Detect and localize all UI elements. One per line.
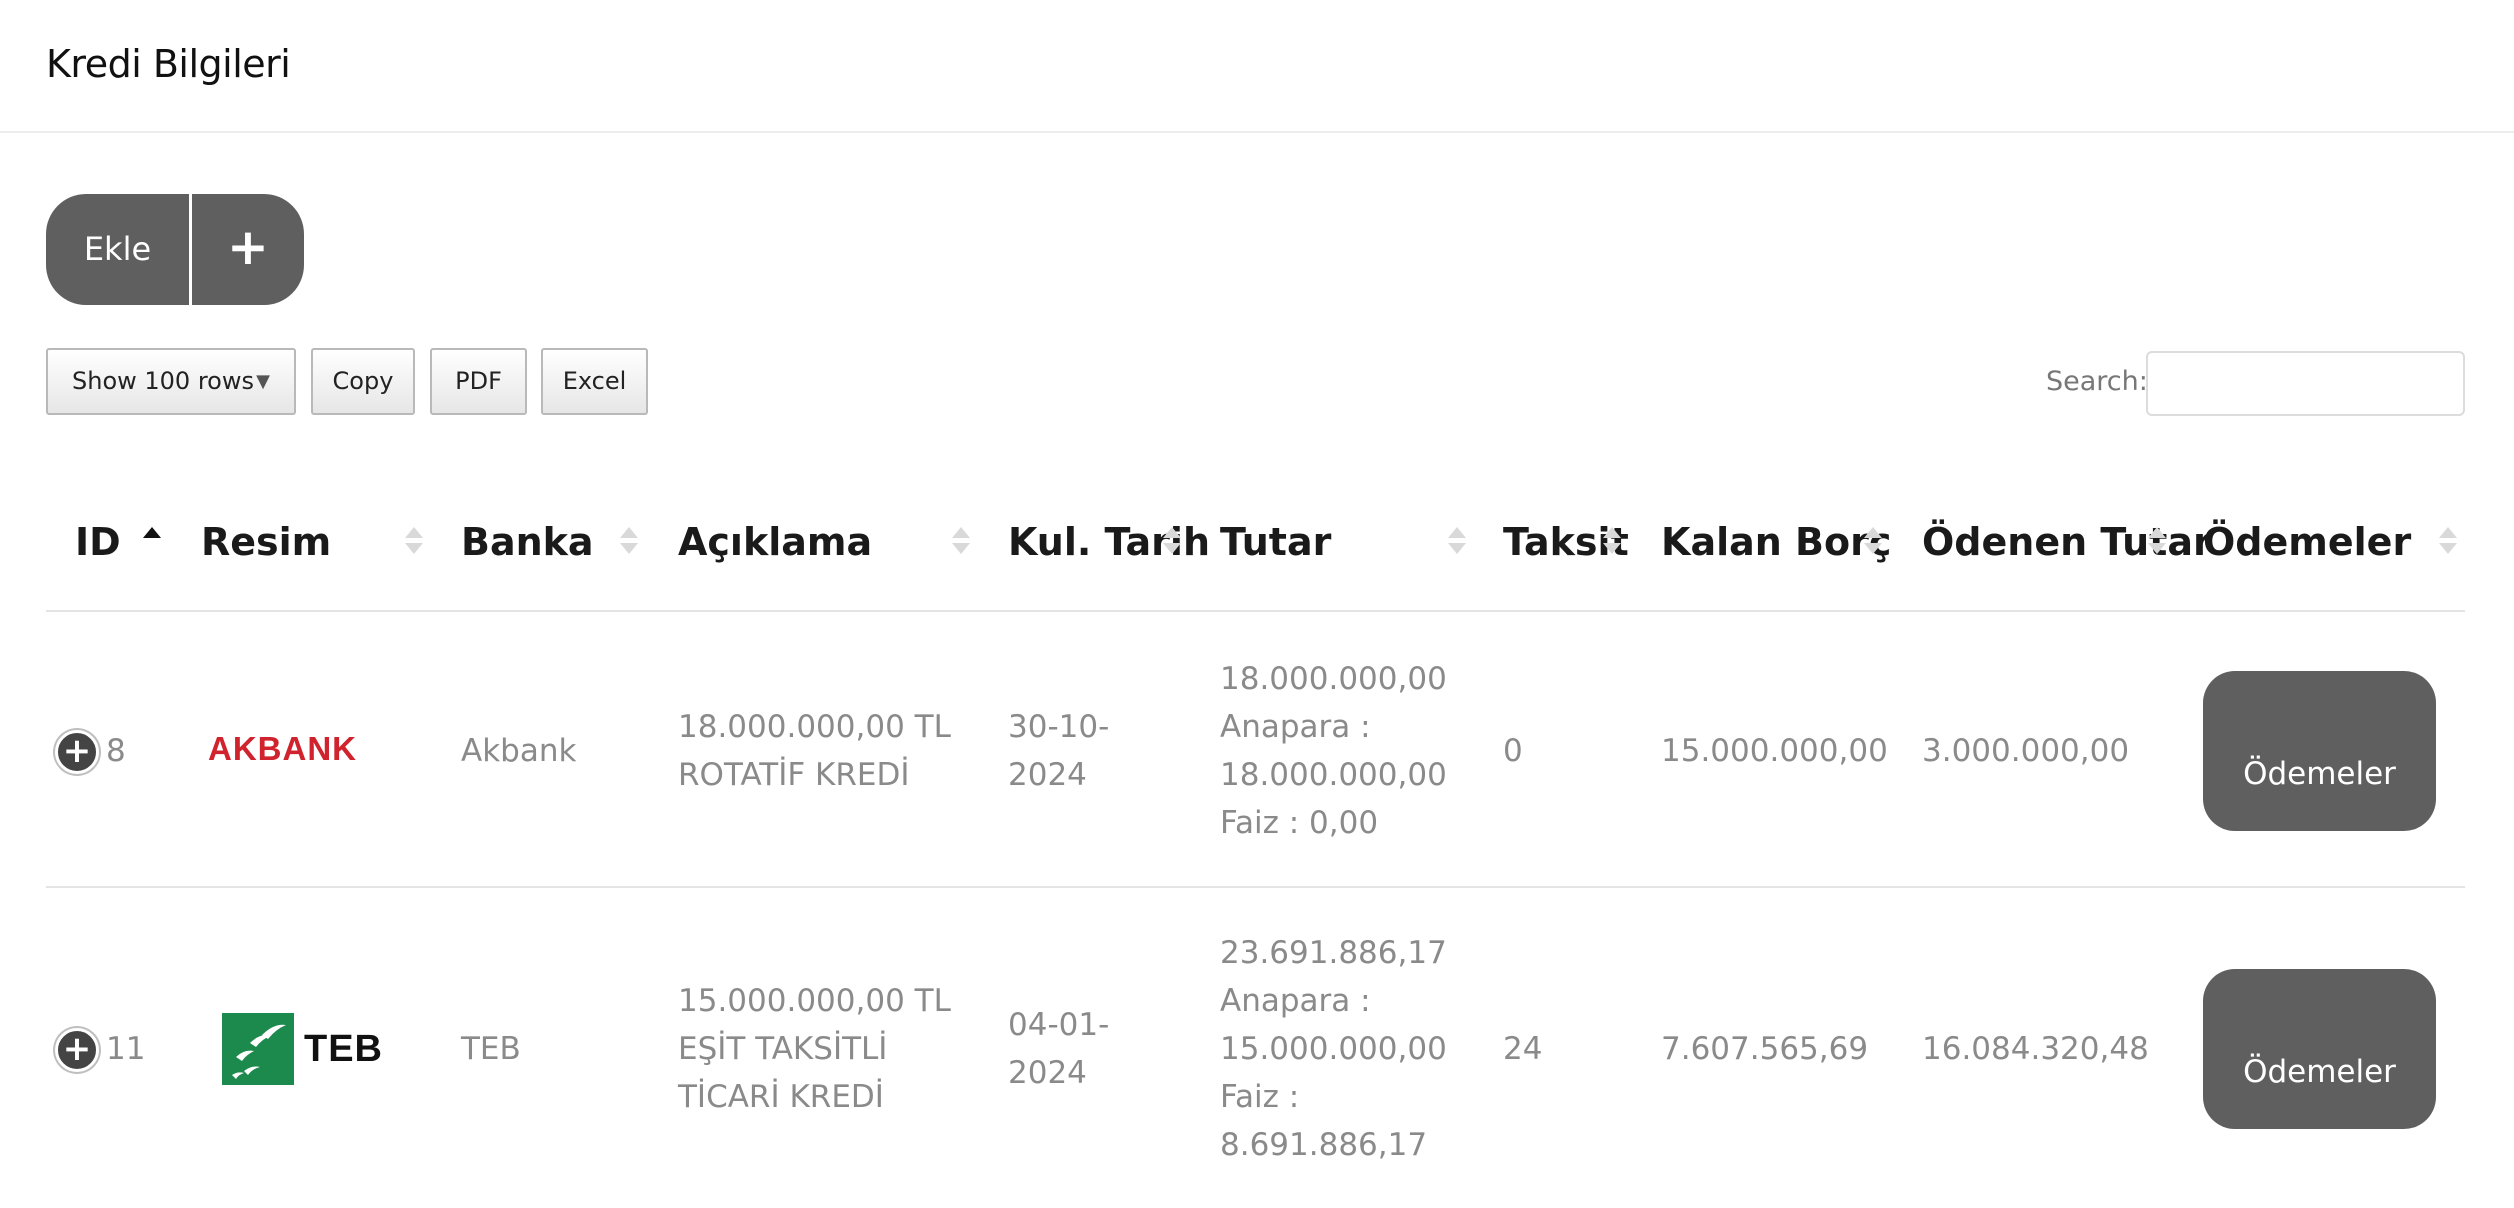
row-remaining: 15.000.000,00 xyxy=(1661,733,1888,769)
row-amount: 23.691.886,17 Anapara : 15.000.000,00 Fa… xyxy=(1220,935,1447,1163)
row-date: 30-10- 2024 xyxy=(1008,709,1110,793)
teb-bird-icon xyxy=(222,1013,294,1085)
sort-icon[interactable] xyxy=(949,527,971,559)
sort-icon[interactable] xyxy=(617,527,639,559)
expand-row-icon[interactable]: + xyxy=(55,730,99,774)
row-amount: 18.000.000,00 Anapara : 18.000.000,00 Fa… xyxy=(1220,661,1447,841)
row-description: 18.000.000,00 TL ROTATİF KREDİ xyxy=(678,709,951,793)
column-header-aciklama[interactable]: Açıklama xyxy=(678,512,872,572)
sort-icon[interactable] xyxy=(2145,527,2167,559)
column-header-tutar[interactable]: Tutar xyxy=(1220,512,1331,572)
row-date: 04-01- 2024 xyxy=(1008,1007,1110,1091)
teb-wordmark: TEB xyxy=(304,1027,383,1070)
sort-icon[interactable] xyxy=(1160,527,1182,559)
expand-row-icon[interactable]: + xyxy=(55,1028,99,1072)
column-header-resim[interactable]: Resim xyxy=(201,512,331,572)
add-button-group[interactable]: Ekle + xyxy=(46,194,304,305)
row-id: 11 xyxy=(106,1031,146,1067)
header-divider xyxy=(46,610,2465,612)
row-paid: 16.084.320,48 xyxy=(1922,1031,2149,1067)
plus-icon[interactable]: + xyxy=(192,194,304,305)
column-header-odemeler[interactable]: Ödemeler xyxy=(2203,512,2411,572)
row-bank: TEB xyxy=(461,1031,521,1067)
row-installments: 0 xyxy=(1503,733,1523,769)
sort-icon[interactable] xyxy=(1445,527,1467,559)
row-id: 8 xyxy=(106,733,126,769)
add-button[interactable]: Ekle xyxy=(46,194,192,305)
search-input[interactable] xyxy=(2146,351,2465,416)
sort-asc-icon[interactable] xyxy=(140,527,162,559)
pdf-button[interactable]: PDF xyxy=(430,348,527,415)
payments-button[interactable]: Ödemeler xyxy=(2203,969,2436,1129)
sort-icon[interactable] xyxy=(1861,527,1883,559)
column-header-kalan-borc[interactable]: Kalan Borç xyxy=(1661,512,1891,572)
column-header-odenen-tutar[interactable]: Ödenen Tutar xyxy=(1922,512,2212,572)
excel-button[interactable]: Excel xyxy=(541,348,648,415)
rows-per-page-select[interactable]: Show 100 rows ▼ xyxy=(46,348,296,415)
caret-down-icon: ▼ xyxy=(256,371,270,392)
column-header-banka[interactable]: Banka xyxy=(461,512,594,572)
page-title: Kredi Bilgileri xyxy=(46,42,291,86)
row-description: 15.000.000,00 TL EŞİT TAKSİTLİ TİCARİ KR… xyxy=(678,983,951,1115)
search-label: Search: xyxy=(2046,366,2148,397)
akbank-logo: AKBANK xyxy=(208,730,357,767)
sort-icon[interactable] xyxy=(402,527,424,559)
copy-button[interactable]: Copy xyxy=(311,348,415,415)
row-divider xyxy=(46,886,2465,888)
payments-button[interactable]: Ödemeler xyxy=(2203,671,2436,831)
row-paid: 3.000.000,00 xyxy=(1922,733,2130,769)
sort-icon[interactable] xyxy=(1600,527,1622,559)
row-installments: 24 xyxy=(1503,1031,1543,1067)
row-bank: Akbank xyxy=(461,733,577,769)
row-remaining: 7.607.565,69 xyxy=(1661,1031,1869,1067)
teb-logo: TEB xyxy=(222,1013,383,1085)
sort-icon[interactable] xyxy=(2436,527,2458,559)
column-header-id[interactable]: ID xyxy=(75,512,121,572)
page-header: Kredi Bilgileri xyxy=(0,0,2514,133)
rows-per-page-label: Show 100 rows xyxy=(72,367,254,395)
